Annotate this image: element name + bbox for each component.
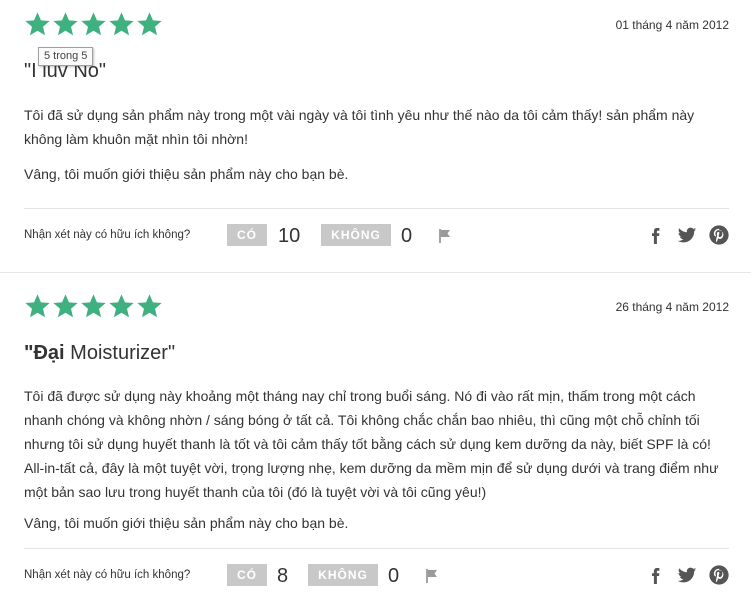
facebook-icon[interactable] — [645, 564, 667, 586]
flag-icon[interactable] — [437, 228, 453, 244]
review-body: Tôi đã sử dụng sản phẩm này trong một và… — [24, 107, 695, 147]
review-item: 01 tháng 4 năm 2012 "I luv No" Tôi đã sử… — [0, 0, 751, 272]
review-title-bold: "Đại — [24, 342, 65, 364]
divider — [24, 548, 729, 549]
helpful-no-button[interactable]: KHÔNG — [321, 224, 391, 246]
star-icon — [52, 293, 79, 320]
rating-tooltip: 5 trong 5 — [38, 47, 94, 66]
star-icon — [136, 11, 163, 38]
star-icon — [108, 11, 135, 38]
review-title: "Đại Moisturizer" — [24, 342, 175, 365]
pinterest-icon[interactable] — [708, 224, 730, 246]
helpful-no-count: 0 — [401, 225, 413, 247]
review-title-rest: Moisturizer" — [64, 342, 176, 364]
star-icon — [24, 293, 51, 320]
review-recommendation: Vâng, tôi muốn giới thiệu sản phẩm này c… — [24, 166, 349, 182]
divider — [24, 208, 729, 209]
helpful-no-button[interactable]: KHÔNG — [308, 564, 378, 586]
star-icon — [80, 293, 107, 320]
review-date: 01 tháng 4 năm 2012 — [615, 18, 729, 32]
helpful-question: Nhận xét này có hữu ích không? — [24, 569, 191, 581]
review-body: Tôi đã được sử dụng này khoảng một tháng… — [24, 388, 719, 500]
helpful-yes-button[interactable]: CÓ — [227, 224, 267, 246]
twitter-icon[interactable] — [676, 564, 698, 586]
review-item: 26 tháng 4 năm 2012 "Đại Moisturizer" Tô… — [0, 272, 751, 612]
star-icon — [136, 293, 163, 320]
review-date: 26 tháng 4 năm 2012 — [615, 300, 729, 314]
pinterest-icon[interactable] — [708, 564, 730, 586]
star-icon — [80, 11, 107, 38]
twitter-icon[interactable] — [676, 224, 698, 246]
star-icon — [24, 11, 51, 38]
facebook-icon[interactable] — [645, 224, 667, 246]
helpful-no-count: 0 — [388, 565, 400, 587]
star-icon — [52, 11, 79, 38]
star-icon — [108, 293, 135, 320]
helpful-question: Nhận xét này có hữu ích không? — [24, 229, 191, 241]
helpful-yes-button[interactable]: CÓ — [227, 564, 267, 586]
review-recommendation: Vâng, tôi muốn giới thiệu sản phẩm này c… — [24, 515, 349, 531]
star-rating — [24, 293, 163, 320]
flag-icon[interactable] — [424, 568, 440, 584]
star-rating — [24, 11, 163, 38]
helpful-yes-count: 8 — [277, 565, 289, 587]
helpful-yes-count: 10 — [278, 225, 301, 247]
